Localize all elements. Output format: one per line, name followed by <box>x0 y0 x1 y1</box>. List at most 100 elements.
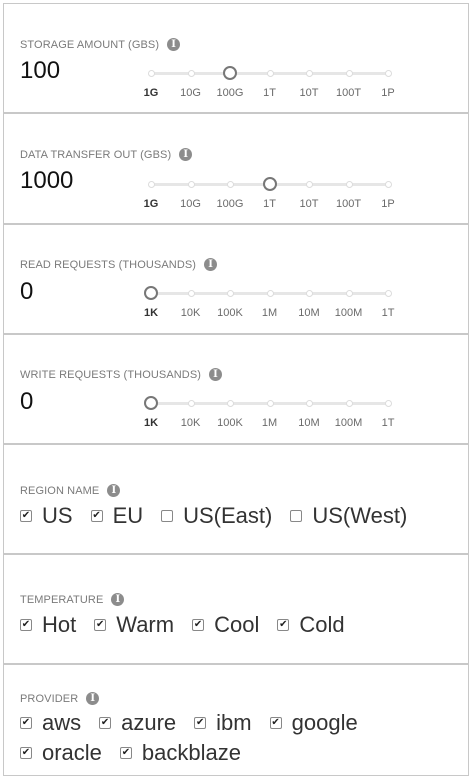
provider-label-text: PROVIDER <box>20 692 79 705</box>
slider-tick-dot[interactable] <box>345 400 353 407</box>
temperature-option-cool[interactable]: Cool <box>192 610 259 640</box>
checkbox[interactable] <box>99 717 112 729</box>
read-label: READ REQUESTS (THOUSANDS) i <box>20 258 218 271</box>
temperature-option-warm[interactable]: Warm <box>94 610 174 640</box>
info-icon[interactable]: i <box>111 593 125 606</box>
slider-tick-dot[interactable] <box>306 70 313 77</box>
checkbox[interactable] <box>119 747 132 759</box>
transfer-label: DATA TRANSFER OUT (GBS) i <box>20 148 193 161</box>
read-slider[interactable]: 1K 10K 100K 1M 10M 100M 1T <box>144 286 394 327</box>
write-slider[interactable]: 1K 10K 100K 1M 10M 100M 1T <box>144 396 394 437</box>
info-icon[interactable]: i <box>209 368 223 381</box>
checkbox[interactable] <box>20 717 32 729</box>
checkbox[interactable] <box>290 510 303 522</box>
slider-tick-dot[interactable] <box>187 70 195 77</box>
slider-tick-dot[interactable] <box>385 70 392 77</box>
slider-tick-label: 10K <box>180 417 201 429</box>
checkbox-label: oracle <box>42 740 102 765</box>
checkbox[interactable] <box>161 510 174 522</box>
slider-tick-dot[interactable] <box>345 181 353 188</box>
storage-panel: STORAGE AMOUNT (GBS) i 100 1G 10G 100G 1T 10… <box>3 3 469 113</box>
slider-tick-label: 1G <box>143 198 159 210</box>
slider-tick-dot[interactable] <box>306 400 313 407</box>
slider-tick-dot[interactable] <box>306 181 313 188</box>
read-value: 0 <box>20 278 34 305</box>
slider-tick-dot[interactable] <box>306 290 313 297</box>
slider-tick-dot[interactable] <box>227 400 234 407</box>
slider-tick-label: 1T <box>263 87 276 99</box>
slider-tick-dot[interactable] <box>187 400 195 407</box>
info-icon[interactable]: i <box>107 484 121 497</box>
temperature-label: TEMPERATURE i <box>20 593 125 606</box>
transfer-label-text: DATA TRANSFER OUT (GBS) <box>20 148 172 161</box>
slider-tick-label: 1P <box>381 198 395 210</box>
write-value: 0 <box>20 388 34 415</box>
checkbox[interactable] <box>90 510 103 522</box>
slider-tick-dot[interactable] <box>187 290 195 297</box>
slider-handle[interactable] <box>144 396 158 410</box>
slider-tick-dot[interactable] <box>385 290 392 297</box>
region-label: REGION NAME i <box>20 484 121 497</box>
temperature-label-text: TEMPERATURE <box>20 593 104 606</box>
provider-option-oracle[interactable]: oracle <box>20 738 102 768</box>
provider-option-ibm[interactable]: ibm <box>194 708 252 738</box>
region-option-us-east[interactable]: US(East) <box>161 501 272 531</box>
slider-tick-label: 1M <box>261 417 278 429</box>
slider-tick-dot[interactable] <box>148 181 155 188</box>
region-option-us[interactable]: US <box>20 501 73 531</box>
checkbox[interactable] <box>20 510 32 522</box>
slider-tick-dot[interactable] <box>227 290 234 297</box>
slider-tick-dot[interactable] <box>345 290 353 297</box>
slider-handle[interactable] <box>262 177 277 191</box>
slider-tick-dot[interactable] <box>266 400 274 407</box>
slider-tick-label: 100T <box>335 87 362 99</box>
slider-tick-dot[interactable] <box>187 181 195 188</box>
slider-tick-label: 1T <box>381 307 395 319</box>
checkbox-label: Cold <box>299 612 345 637</box>
storage-slider[interactable]: 1G 10G 100G 1T 10T 100T 1P <box>144 66 395 107</box>
checkbox[interactable] <box>20 619 32 631</box>
storage-label: STORAGE AMOUNT (GBS) i <box>20 38 181 51</box>
checkbox-label: Cool <box>214 612 260 637</box>
slider-tick-dot[interactable] <box>345 70 353 77</box>
checkbox[interactable] <box>277 619 290 631</box>
checkbox[interactable] <box>194 717 207 729</box>
slider-tick-dot[interactable] <box>266 290 274 297</box>
temperature-option-hot[interactable]: Hot <box>20 610 76 640</box>
slider-tick-label: 100M <box>334 307 363 319</box>
storage-value: 100 <box>20 57 61 84</box>
info-icon[interactable]: i <box>86 692 100 705</box>
provider-option-azure[interactable]: azure <box>99 708 176 738</box>
temperature-option-cold[interactable]: Cold <box>277 610 345 640</box>
slider-tick-label: 100K <box>217 307 243 319</box>
slider-tick-dot[interactable] <box>227 181 234 188</box>
checkbox[interactable] <box>20 747 32 759</box>
region-option-us-west[interactable]: US(West) <box>290 501 407 531</box>
slider-tick-dot[interactable] <box>148 70 155 77</box>
checkbox[interactable] <box>269 717 282 729</box>
slider-handle[interactable] <box>144 286 158 300</box>
region-option-eu[interactable]: EU <box>90 501 143 531</box>
slider-tick-dot[interactable] <box>385 181 392 188</box>
slider-tick-dot[interactable] <box>385 400 392 407</box>
slider-handle[interactable] <box>223 66 237 80</box>
slider-tick-label: 10M <box>298 417 320 429</box>
temperature-panel: TEMPERATURE i Hot Warm Cool Cold <box>3 554 469 664</box>
checkbox[interactable] <box>94 619 107 631</box>
slider-tick-dot[interactable] <box>266 70 274 77</box>
checkbox-label: US <box>42 503 73 528</box>
provider-option-aws[interactable]: aws <box>20 708 81 738</box>
slider-tick-label: 10T <box>299 87 319 99</box>
transfer-slider[interactable]: 1G 10G 100G 1T 10T 100T 1P <box>143 177 395 218</box>
provider-panel: PROVIDER i aws azure ibm google oracle backbl… <box>3 664 469 776</box>
info-icon[interactable]: i <box>179 148 193 161</box>
storage-label-text: STORAGE AMOUNT (GBS) <box>20 38 160 51</box>
checkbox-label: google <box>291 710 358 735</box>
checkbox-label: backblaze <box>141 740 241 765</box>
provider-option-backblaze[interactable]: backblaze <box>119 738 241 768</box>
checkbox[interactable] <box>192 619 205 631</box>
slider-tick-label: 10K <box>180 307 201 319</box>
provider-option-google[interactable]: google <box>269 708 358 738</box>
info-icon[interactable]: i <box>204 258 218 271</box>
info-icon[interactable]: i <box>167 38 181 51</box>
